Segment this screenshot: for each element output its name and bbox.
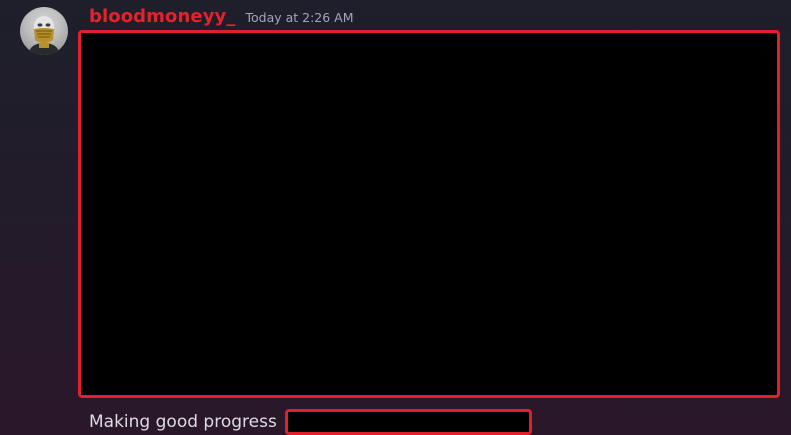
message-text: Making good progress [89,412,277,432]
chat-message: bloodmoneyy_ Today at 2:26 AM Making goo… [0,0,791,435]
message-header: bloodmoneyy_ Today at 2:26 AM [89,6,354,32]
message-content: Making good progress [89,409,532,435]
masked-figure-avatar-icon [28,16,60,55]
redacted-image-attachment[interactable] [78,30,780,398]
username[interactable]: bloodmoneyy_ [89,6,235,27]
user-avatar[interactable] [20,7,68,55]
message-timestamp: Today at 2:26 AM [245,10,354,25]
redacted-text-block [284,409,532,435]
